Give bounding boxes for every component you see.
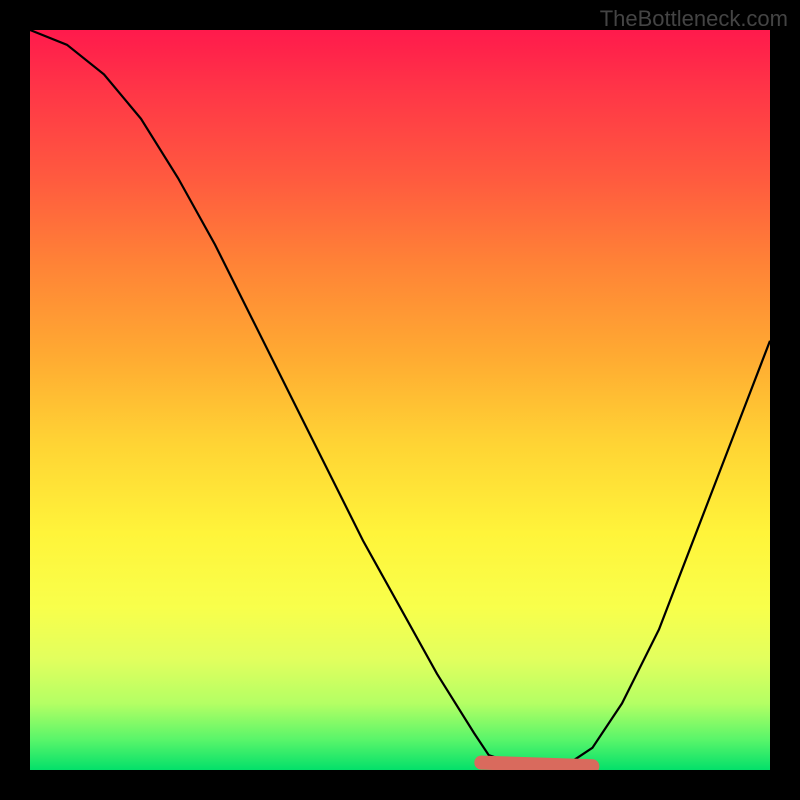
optimal-range-bar — [481, 763, 592, 767]
watermark-text: TheBottleneck.com — [600, 6, 788, 32]
chart-area — [30, 30, 770, 770]
chart-svg — [30, 30, 770, 770]
bottleneck-curve — [30, 30, 770, 763]
